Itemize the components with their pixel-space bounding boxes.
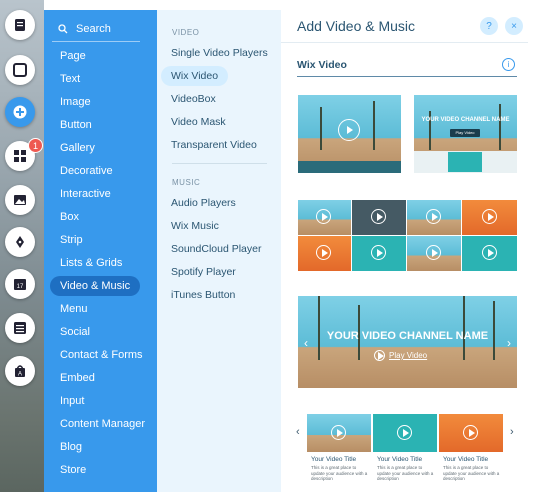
panel-title: Add Video & Music	[297, 18, 416, 34]
carousel-card-2-desc: This is a great place to update your aud…	[377, 465, 434, 481]
search-input[interactable]: Search	[52, 16, 140, 42]
search-label: Search	[76, 22, 111, 35]
info-icon[interactable]: i	[502, 58, 515, 71]
video-player-thumbnail-2[interactable]: YOUR VIDEO CHANNEL NAME Play Video	[414, 95, 517, 173]
carousel-card-3-title: Your Video Title	[443, 456, 489, 463]
category-blog[interactable]: Blog	[50, 437, 92, 457]
calendar-icon[interactable]: 17	[5, 269, 35, 299]
banner-next-arrow: ›	[507, 336, 511, 350]
category-page[interactable]: Page	[50, 46, 96, 66]
add-icon[interactable]	[5, 97, 35, 127]
banner-play-link: Play Video	[374, 350, 427, 361]
category-strip[interactable]: Strip	[50, 230, 93, 250]
banner-play-text: Play Video	[389, 351, 428, 360]
submenu-wix-music[interactable]: Wix Music	[161, 216, 229, 236]
grid-tile-1[interactable]	[298, 200, 351, 235]
category-decorative[interactable]: Decorative	[50, 161, 123, 181]
category-video-music[interactable]: Video & Music	[50, 276, 141, 296]
play-icon	[338, 119, 360, 141]
left-rail: 1 17 A	[0, 0, 44, 492]
category-lists-grids[interactable]: Lists & Grids	[50, 253, 132, 273]
submenu-itunes-button[interactable]: iTunes Button	[161, 285, 245, 305]
media-icon[interactable]	[5, 185, 35, 215]
pen-icon[interactable]	[5, 227, 35, 257]
grid-tile-6[interactable]	[352, 236, 406, 271]
submenu-video-mask[interactable]: Video Mask	[161, 112, 236, 132]
category-social[interactable]: Social	[50, 322, 100, 342]
category-box[interactable]: Box	[50, 207, 89, 227]
thumbnail-play-button: Play Video	[450, 129, 480, 137]
submenu-videobox[interactable]: VideoBox	[161, 89, 226, 109]
submenu-spotify-player[interactable]: Spotify Player	[161, 262, 246, 282]
category-input[interactable]: Input	[50, 391, 94, 411]
category-content-manager[interactable]: Content Manager	[50, 414, 155, 434]
search-icon	[58, 23, 68, 33]
submenu-single-video-players[interactable]: Single Video Players	[161, 43, 278, 63]
background-icon[interactable]	[5, 55, 35, 85]
svg-text:17: 17	[17, 284, 24, 290]
category-menu[interactable]: Menu	[50, 299, 98, 319]
submenu-audio-players[interactable]: Audio Players	[161, 193, 246, 213]
submenu-soundcloud-player[interactable]: SoundCloud Player	[161, 239, 271, 259]
category-text[interactable]: Text	[50, 69, 90, 89]
thumbnail-caption: YOUR VIDEO CHANNEL NAME	[421, 117, 510, 123]
submenu-divider	[172, 163, 267, 164]
submenu-wix-video[interactable]: Wix Video	[161, 66, 229, 86]
carousel-card-3-desc: This is a great place to update your aud…	[443, 465, 500, 481]
category-contact-forms[interactable]: Contact & Forms	[50, 345, 153, 365]
store-icon[interactable]: A	[5, 356, 35, 386]
grid-tile-7[interactable]	[407, 236, 461, 271]
carousel-prev-arrow[interactable]: ‹	[296, 426, 300, 438]
grid-tile-3[interactable]	[407, 200, 461, 235]
close-icon[interactable]: ×	[505, 17, 523, 35]
grid-tile-8[interactable]	[462, 236, 517, 271]
carousel-card-1-desc: This is a great place to update your aud…	[311, 465, 368, 481]
carousel-card-2-title: Your Video Title	[377, 456, 423, 463]
apps-badge: 1	[28, 138, 43, 153]
list-icon[interactable]	[5, 313, 35, 343]
carousel-next-arrow[interactable]: ›	[510, 426, 514, 438]
pages-icon[interactable]	[5, 10, 35, 40]
grid-tile-4[interactable]	[462, 200, 517, 235]
banner-caption: YOUR VIDEO CHANNEL NAME	[326, 330, 489, 342]
header-divider	[281, 42, 528, 43]
carousel-card-1-thumbnail[interactable]	[307, 414, 371, 452]
category-interactive[interactable]: Interactive	[50, 184, 121, 204]
submenu-transparent-video[interactable]: Transparent Video	[161, 135, 267, 155]
section-underline	[297, 76, 517, 77]
carousel-card-3-thumbnail[interactable]	[439, 414, 503, 452]
carousel-card-1-title: Your Video Title	[311, 456, 357, 463]
help-icon[interactable]: ?	[480, 17, 498, 35]
category-gallery[interactable]: Gallery	[50, 138, 105, 158]
section-title: Wix Video	[297, 59, 347, 71]
category-panel: Search Page Text Image Button Gallery De…	[44, 10, 157, 492]
grid-tile-5[interactable]	[298, 236, 351, 271]
grid-tile-2[interactable]	[352, 200, 406, 235]
channel-banner-thumbnail[interactable]: YOUR VIDEO CHANNEL NAME Play Video ‹ ›	[298, 296, 517, 388]
svg-text:A: A	[18, 372, 22, 378]
category-embed[interactable]: Embed	[50, 368, 105, 388]
content-panel: Add Video & Music ? × Wix Video i YOUR V…	[281, 10, 528, 492]
video-player-thumbnail-1[interactable]	[298, 95, 401, 173]
submenu-panel: VIDEO Single Video Players Wix Video Vid…	[157, 10, 281, 492]
carousel-card-2-thumbnail[interactable]	[373, 414, 437, 452]
video-heading: VIDEO	[172, 28, 200, 37]
category-button[interactable]: Button	[50, 115, 102, 135]
category-image[interactable]: Image	[50, 92, 101, 112]
music-heading: MUSIC	[172, 178, 201, 187]
category-store[interactable]: Store	[50, 460, 96, 480]
banner-prev-arrow: ‹	[304, 336, 308, 350]
